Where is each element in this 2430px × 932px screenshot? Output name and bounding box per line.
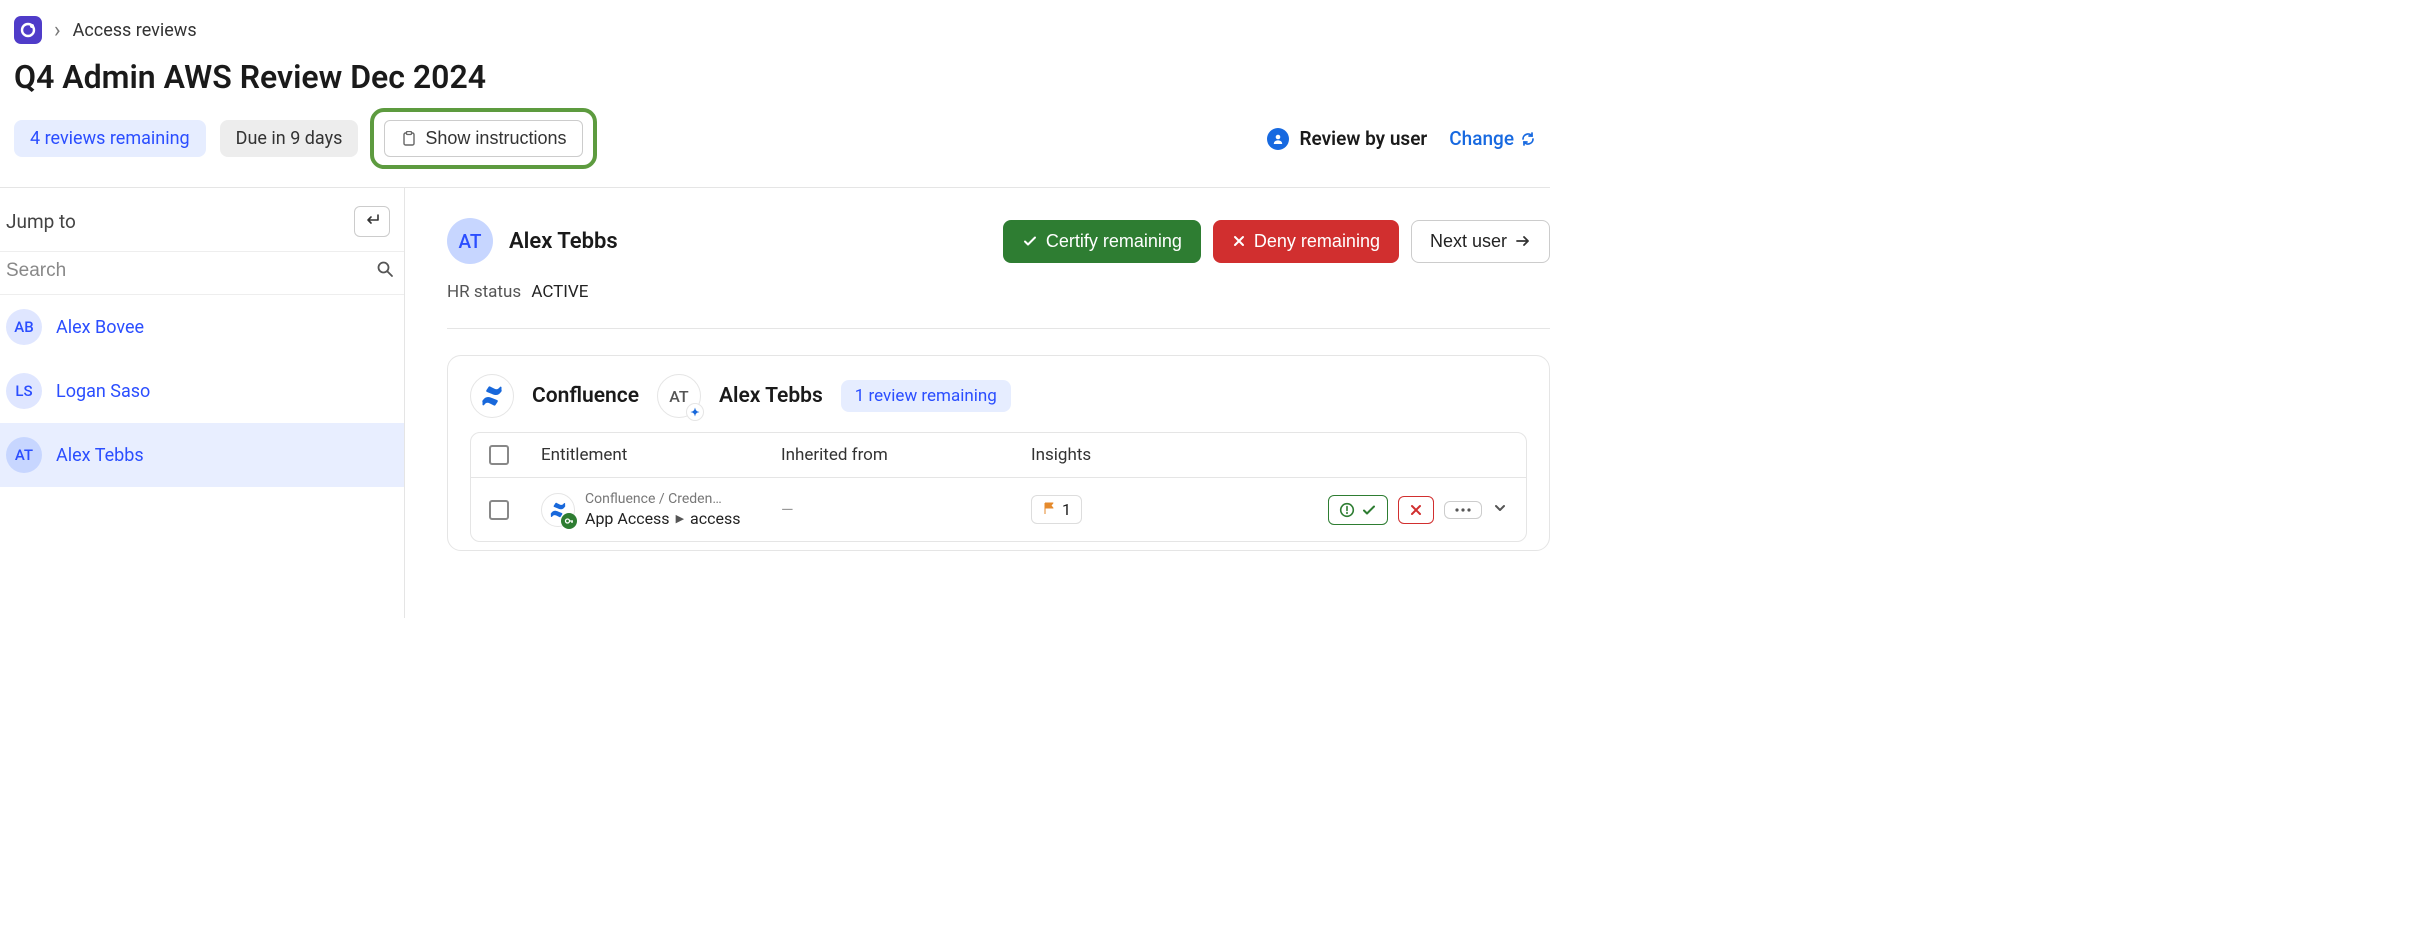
breadcrumb-section[interactable]: Access reviews <box>73 20 197 41</box>
row-expand-chevron[interactable] <box>1492 500 1508 520</box>
mini-confluence-icon: ✦ <box>686 403 704 421</box>
main-panel: AT Alex Tebbs Certify remaining Deny rem… <box>405 188 1550 618</box>
show-instructions-highlight: Show instructions <box>370 108 597 169</box>
col-insights: Insights <box>1031 445 1288 465</box>
card-app-name: Confluence <box>532 384 639 408</box>
hr-status: HR status ACTIVE <box>447 282 1550 302</box>
x-icon <box>1232 234 1246 248</box>
show-instructions-label: Show instructions <box>425 128 566 149</box>
col-entitlement: Entitlement <box>541 445 781 465</box>
enter-icon <box>363 213 381 227</box>
row-checkbox[interactable] <box>489 500 509 520</box>
inherited-value: — <box>781 500 794 519</box>
flag-icon <box>1042 500 1056 519</box>
sub-header-bar: 4 reviews remaining Due in 9 days Show i… <box>0 108 1550 187</box>
section-divider <box>447 328 1550 329</box>
chevron-right-icon: › <box>54 18 61 43</box>
current-user-avatar: AT <box>447 218 493 264</box>
entitlement-path: Confluence / Creden… <box>585 491 740 509</box>
card-user-badge: AT ✦ <box>657 374 701 418</box>
sidebar-user-name: Logan Saso <box>56 381 150 402</box>
hr-status-value: ACTIVE <box>531 282 588 302</box>
entitlement-app-icon <box>541 493 575 527</box>
hr-status-label: HR status <box>447 282 521 302</box>
current-user-name: Alex Tebbs <box>509 229 618 254</box>
col-inherited: Inherited from <box>781 445 1031 465</box>
chevron-down-icon <box>1492 500 1508 516</box>
search-icon[interactable] <box>376 260 394 282</box>
confluence-app-icon <box>470 374 514 418</box>
arrow-right-icon <box>1515 234 1531 248</box>
sidebar-search-input[interactable] <box>6 260 376 282</box>
check-icon <box>1361 502 1377 518</box>
key-badge-icon <box>561 513 577 529</box>
clipboard-icon <box>401 131 417 147</box>
refresh-icon <box>1520 131 1536 147</box>
avatar: AT <box>6 437 42 473</box>
due-pill: Due in 9 days <box>220 120 359 157</box>
breadcrumb: › Access reviews <box>0 0 1550 54</box>
check-icon <box>1022 233 1038 249</box>
user-sidebar: Jump to AB Alex Bovee LS Logan Sas <box>0 188 405 618</box>
review-by-user: Review by user <box>1267 127 1427 150</box>
certify-label: Certify remaining <box>1046 231 1182 252</box>
sidebar-user-name: Alex Bovee <box>56 317 144 338</box>
table-row: Confluence / Creden… App Access ▶ access… <box>471 478 1526 541</box>
sidebar-user-item[interactable]: AB Alex Bovee <box>0 295 404 359</box>
change-label: Change <box>1449 127 1514 150</box>
avatar: AB <box>6 309 42 345</box>
triangle-right-icon: ▶ <box>676 512 684 526</box>
certify-remaining-button[interactable]: Certify remaining <box>1003 220 1201 263</box>
review-by-label: Review by user <box>1299 127 1427 150</box>
row-deny-button[interactable] <box>1398 496 1434 524</box>
entitlement-name: App Access ▶ access <box>585 509 740 529</box>
confluence-icon <box>480 384 504 408</box>
sidebar-user-name: Alex Tebbs <box>56 445 144 466</box>
jump-to-label: Jump to <box>6 210 76 233</box>
insight-count: 1 <box>1062 500 1071 519</box>
sidebar-user-item[interactable]: LS Logan Saso <box>0 359 404 423</box>
show-instructions-button[interactable]: Show instructions <box>384 120 583 157</box>
review-remaining-pill: 1 review remaining <box>841 380 1011 412</box>
card-user-name: Alex Tebbs <box>719 384 823 408</box>
next-user-button[interactable]: Next user <box>1411 220 1550 263</box>
more-horizontal-icon <box>1455 508 1471 512</box>
enter-key-hint[interactable] <box>354 206 390 237</box>
row-certify-button[interactable] <box>1328 495 1388 525</box>
avatar: LS <box>6 373 42 409</box>
alert-circle-icon <box>1339 502 1355 518</box>
x-icon <box>1409 503 1423 517</box>
table-header: Entitlement Inherited from Insights <box>471 433 1526 478</box>
deny-remaining-button[interactable]: Deny remaining <box>1213 220 1399 263</box>
card-user-initials: AT <box>669 387 688 406</box>
entitlement-card: Confluence AT ✦ Alex Tebbs 1 review rema… <box>447 355 1550 551</box>
entitlement-table: Entitlement Inherited from Insights <box>470 432 1527 542</box>
insight-badge[interactable]: 1 <box>1031 495 1082 524</box>
reviews-remaining-pill: 4 reviews remaining <box>14 120 206 157</box>
select-all-checkbox[interactable] <box>489 445 509 465</box>
page-title: Q4 Admin AWS Review Dec 2024 <box>0 54 1550 108</box>
change-reviewer-link[interactable]: Change <box>1449 127 1536 150</box>
next-user-label: Next user <box>1430 231 1507 252</box>
logo-icon <box>20 22 36 38</box>
app-logo[interactable] <box>14 16 42 44</box>
user-solid-icon <box>1267 128 1289 150</box>
row-more-button[interactable] <box>1444 501 1482 519</box>
deny-label: Deny remaining <box>1254 231 1380 252</box>
sidebar-user-item-selected[interactable]: AT Alex Tebbs <box>0 423 404 487</box>
